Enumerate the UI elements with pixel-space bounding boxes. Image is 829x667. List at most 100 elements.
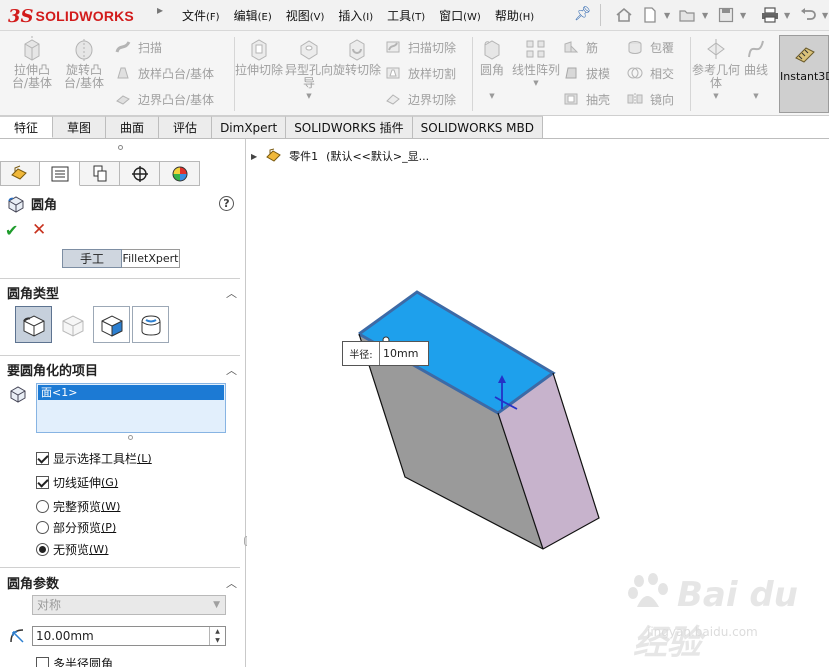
filletxpert-mode-button[interactable]: FilletXpert [122, 249, 180, 268]
section-fillet-params-collapse-icon[interactable]: ︿ [226, 575, 237, 591]
partial-preview-radio[interactable] [36, 521, 49, 534]
spin-up-icon[interactable]: ▲ [210, 627, 225, 636]
radius-spinner[interactable]: ▲ ▼ [209, 627, 225, 645]
display-manager-tab[interactable] [160, 161, 200, 186]
tab-solidworks-addins[interactable]: SOLIDWORKS 插件 [286, 116, 413, 138]
save-icon[interactable] [714, 5, 738, 25]
cancel-x-icon[interactable]: ✕ [32, 220, 46, 240]
section-items-collapse-icon[interactable]: ︿ [226, 362, 237, 378]
fillet-dropdown-icon[interactable]: ▼ [466, 90, 518, 103]
menu-window[interactable]: 窗口(W) [439, 7, 481, 24]
boundary-boss-button[interactable]: 边界凸台/基体 [114, 90, 214, 108]
menu-help[interactable]: 帮助(H) [495, 7, 534, 24]
loft-boss-button[interactable]: 放样凸台/基体 [114, 64, 214, 82]
no-preview-radio[interactable] [36, 543, 49, 556]
undo-dropdown-icon[interactable]: ▼ [822, 5, 829, 25]
shell-button[interactable]: 抽壳 [562, 90, 610, 108]
section-fillet-type-collapse-icon[interactable]: ︿ [226, 285, 237, 301]
mirror-button[interactable]: 镜向 [626, 90, 674, 108]
home-icon[interactable] [612, 5, 636, 25]
items-selection-list[interactable]: 面<1> [36, 383, 226, 433]
dimxpert-manager-tab[interactable] [120, 161, 160, 186]
radius-callout-value[interactable]: 10mm [380, 342, 428, 365]
configuration-manager-tab[interactable] [80, 161, 120, 186]
hole-wizard-dropdown-icon[interactable]: ▼ [283, 90, 335, 103]
hole-wizard-button[interactable]: 异型孔向导 ▼ [283, 35, 335, 103]
manual-mode-button[interactable]: 手工 [62, 249, 122, 268]
help-icon[interactable]: ? [219, 196, 234, 211]
feature-manager-tab[interactable] [0, 161, 40, 186]
new-dropdown-icon[interactable]: ▼ [664, 5, 674, 25]
tab-sketch[interactable]: 草图 [53, 116, 107, 138]
tab-evaluate[interactable]: 评估 [159, 116, 213, 138]
multiple-radius-option[interactable]: 多半径圆角 [36, 655, 113, 667]
constant-size-fillet-button[interactable] [15, 306, 52, 343]
extrude-boss-button[interactable]: 拉伸凸台/基体 [6, 35, 58, 90]
print-dropdown-icon[interactable]: ▼ [784, 5, 794, 25]
section-items-title[interactable]: 要圆角化的项目 [7, 360, 98, 379]
tab-solidworks-mbd[interactable]: SOLIDWORKS MBD [412, 116, 543, 138]
feature-tree-icon [11, 165, 27, 180]
extrude-cut-button[interactable]: 拉伸切除 [233, 35, 285, 77]
revolve-boss-icon [58, 35, 110, 63]
show-selection-toolbar-option[interactable]: 显示选择工具栏 (L) [36, 450, 152, 467]
undo-icon[interactable] [796, 5, 820, 25]
curves-button[interactable]: 曲线 ▼ [734, 35, 778, 103]
selection-list-resize-handle[interactable] [128, 435, 133, 440]
radius-callout[interactable]: 半径: 10mm [342, 341, 429, 366]
wrap-button[interactable]: 包覆 [626, 38, 674, 56]
linear-pattern-button[interactable]: 线性阵列 ▼ [510, 35, 562, 90]
face-fillet-button[interactable] [93, 306, 130, 343]
instant3d-button[interactable]: Instant3D [779, 35, 829, 113]
section-fillet-type-title[interactable]: 圆角类型 [7, 283, 59, 302]
open-folder-icon[interactable] [676, 5, 700, 25]
menu-tools[interactable]: 工具(T) [387, 7, 425, 24]
sweep-button[interactable]: 扫描 [114, 38, 162, 56]
no-preview-option[interactable]: 无预览 (W) [36, 541, 108, 558]
selected-item-face[interactable]: 面<1> [38, 385, 224, 400]
tangent-propagation-option[interactable]: 切线延伸 (G) [36, 474, 118, 491]
swept-cut-button[interactable]: 扫描切除 [384, 38, 456, 56]
new-document-icon[interactable] [638, 5, 662, 25]
section-fillet-params-title[interactable]: 圆角参数 [7, 573, 59, 592]
full-preview-radio[interactable] [36, 500, 49, 513]
revolve-boss-button[interactable]: 旋转凸台/基体 [58, 35, 110, 90]
graphics-viewport[interactable]: ▶ 零件1 (默认<<默认>_显... 半径: 10mm Bai du 经验 j… [247, 139, 829, 667]
draft-button[interactable]: 拔模 [562, 64, 610, 82]
pane-collapse-handle[interactable] [118, 145, 123, 150]
print-icon[interactable] [758, 5, 782, 25]
fillet-method-select[interactable]: 对称 ▼ [32, 595, 226, 615]
spin-down-icon[interactable]: ▼ [210, 636, 225, 645]
radius-input[interactable]: 10.00mm ▲ ▼ [32, 626, 226, 646]
rib-button[interactable]: 筋 [562, 38, 598, 56]
solidworks-logo[interactable]: 3S SOLIDWORKS [8, 5, 134, 27]
pin-menu-icon[interactable]: 📌︎ [574, 6, 592, 22]
tab-dimxpert[interactable]: DimXpert [212, 116, 287, 138]
menu-file[interactable]: 文件(F) [182, 7, 220, 24]
curves-dropdown-icon[interactable]: ▼ [734, 90, 778, 103]
multiple-radius-checkbox[interactable] [36, 657, 49, 667]
menu-view[interactable]: 视图(V) [286, 7, 325, 24]
fillet-mode-toggle: 手工 FilletXpert [62, 249, 180, 268]
intersect-button[interactable]: 相交 [626, 64, 674, 82]
menu-edit[interactable]: 编辑(E) [234, 7, 272, 24]
tab-features[interactable]: 特征 [0, 116, 54, 138]
show-selection-toolbar-checkbox[interactable] [36, 452, 49, 465]
ok-check-icon[interactable]: ✔ [5, 221, 18, 240]
open-dropdown-icon[interactable]: ▼ [702, 5, 712, 25]
boundary-cut-button[interactable]: 边界切除 [384, 90, 456, 108]
section-divider [0, 278, 240, 279]
tangent-propagation-checkbox[interactable] [36, 476, 49, 489]
tab-surfaces[interactable]: 曲面 [106, 116, 160, 138]
menu-insert[interactable]: 插入(I) [338, 7, 373, 24]
property-manager-tab[interactable] [40, 161, 80, 186]
revolve-cut-button[interactable]: 旋转切除 [331, 35, 383, 77]
full-round-fillet-button[interactable] [132, 306, 169, 343]
full-preview-option[interactable]: 完整预览 (W) [36, 498, 120, 515]
logo-menu-arrow-icon[interactable]: ▸ [157, 3, 163, 17]
partial-preview-option[interactable]: 部分预览 (P) [36, 519, 116, 536]
variable-size-fillet-button[interactable] [54, 306, 91, 343]
save-dropdown-icon[interactable]: ▼ [740, 5, 750, 25]
linear-pattern-dropdown-icon[interactable]: ▼ [510, 77, 562, 90]
lofted-cut-button[interactable]: 放样切割 [384, 64, 456, 82]
